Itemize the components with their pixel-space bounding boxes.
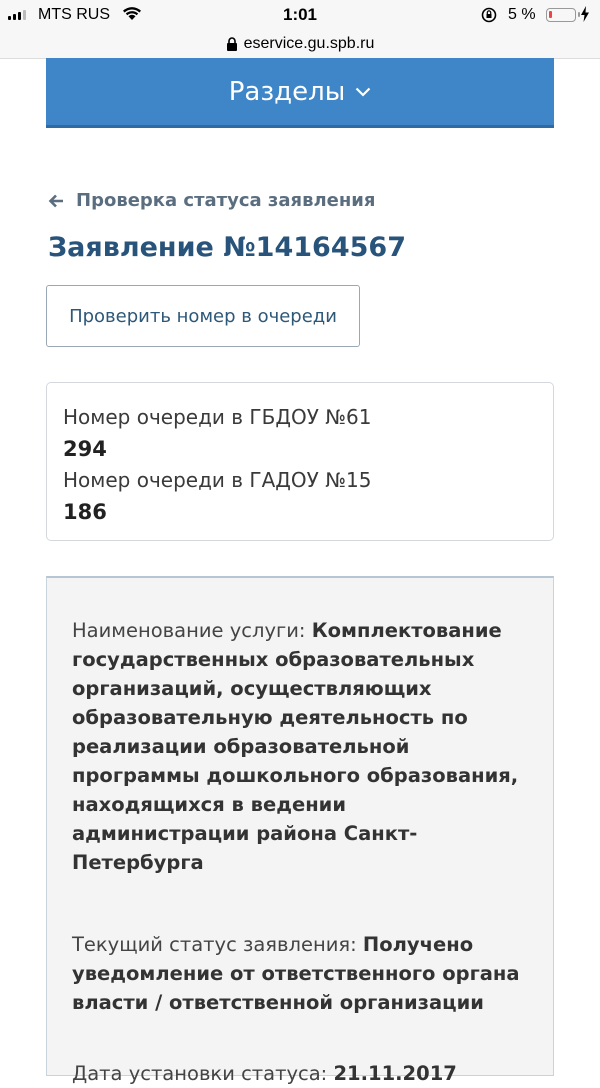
charging-bolt-icon (581, 6, 589, 22)
service-value: Комплектование государственных образоват… (72, 619, 519, 874)
lock-icon (226, 37, 237, 51)
url-bar[interactable]: eservice.gu.spb.ru (0, 30, 600, 59)
chevron-down-icon (356, 87, 371, 97)
battery-percentage: 5 % (508, 6, 536, 23)
url-text: eservice.gu.spb.ru (243, 35, 375, 52)
current-status: Текущий статус заявления: Получено уведо… (72, 930, 529, 1017)
sections-label: Разделы (228, 76, 346, 107)
service-name: Наименование услуги: Комплектование госу… (72, 616, 529, 877)
sections-dropdown-button[interactable]: Разделы (46, 58, 554, 128)
queue-info-card: Номер очереди в ГБДОУ №61 294 Номер очер… (46, 382, 554, 541)
rotation-lock-icon (481, 7, 497, 23)
status-bar: MTS RUS 1:01 5 % (0, 0, 600, 30)
date-label: Дата установки статуса: (72, 1062, 328, 1085)
date-value: 21.11.2017 (333, 1062, 457, 1085)
arrow-left-icon (48, 194, 63, 207)
status-date: Дата установки статуса: 21.11.2017 (72, 1059, 529, 1088)
queue-label-1: Номер очереди в ГБДОУ №61 (63, 405, 372, 429)
status-label: Текущий статус заявления: (72, 933, 357, 956)
battery-icon (546, 8, 580, 22)
check-queue-button[interactable]: Проверить номер в очереди (46, 285, 360, 347)
service-label: Наименование услуги: (72, 619, 306, 642)
queue-value-2: 186 (63, 500, 107, 524)
back-link[interactable]: Проверка статуса заявления (48, 190, 375, 211)
queue-value-1: 294 (63, 437, 107, 461)
queue-label-2: Номер очереди в ГАДОУ №15 (63, 468, 372, 492)
page-title: Заявление №14164567 (48, 232, 406, 263)
battery-level (549, 11, 552, 18)
application-details-card: Наименование услуги: Комплектование госу… (46, 576, 554, 1085)
back-link-label: Проверка статуса заявления (76, 190, 376, 211)
